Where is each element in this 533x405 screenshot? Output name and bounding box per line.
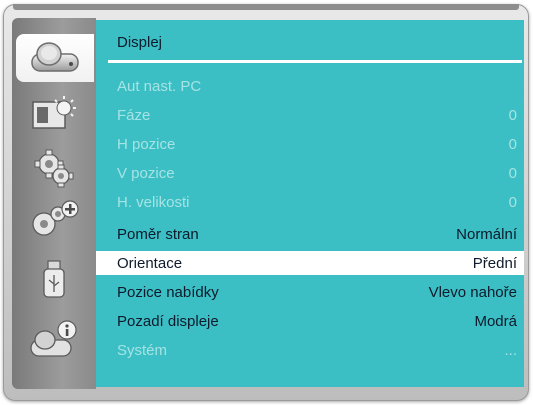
osd-menu-frame: Displej Aut nast. PC Fáze 0 H pozice 0 V pozi… [3,4,529,401]
menu-item-h-pozice: H pozice 0 [96,132,524,156]
menu-item-pozice-nab-dky[interactable]: Pozice nabídky Vlevo nahoře [96,280,524,304]
menu-item-label: Aut nast. PC [117,78,202,95]
header-divider [108,60,522,63]
menu-item-label: V pozice [117,165,175,182]
menu-item-value: ... [504,342,517,359]
frame-top-bar [13,4,519,10]
display-menu-panel: Displej Aut nast. PC Fáze 0 H pozice 0 V pozi… [96,20,524,387]
menu-item-label: Fáze [117,107,151,124]
menu-item-value: 0 [508,136,517,153]
info-icon[interactable] [22,316,86,364]
menu-sidebar [12,18,96,389]
usb-icon[interactable] [22,256,86,304]
menu-item-f-ze: Fáze 0 [96,103,524,127]
extended-settings-icon[interactable] [22,198,86,246]
menu-item-label: Pozadí displeje [117,313,219,330]
menu-item-label: Orientace [117,255,183,272]
menu-item-label: H pozice [117,136,176,153]
menu-item-label: Poměr stran [117,226,199,243]
menu-item-syst-m: Systém... [96,338,524,362]
menu-item-orientace[interactable]: Orientace Přední [96,251,524,275]
display-icon[interactable] [16,34,94,82]
menu-item-value: Modrá [474,313,517,330]
menu-item-h-velikosti: H. velikosti 0 [96,190,524,214]
menu-item-value: 0 [508,107,517,124]
menu-item-value: Přední [472,255,517,272]
menu-item-v-pozice: V pozice 0 [96,161,524,185]
menu-item-label: Systém [117,342,168,359]
menu-item-pom-r-stran[interactable]: Poměr stran Normální [96,222,524,246]
picture-brightness-icon[interactable] [22,90,86,138]
menu-item-value: 0 [508,194,517,211]
menu-item-value: Normální [456,226,517,243]
menu-item-value: Vlevo nahoře [428,284,517,301]
menu-item-pozad-displeje[interactable]: Pozadí displeje Modrá [96,309,524,333]
menu-item-label: H. velikosti [117,194,190,211]
panel-header: Displej [96,20,524,60]
menu-item-aut-nast-pc: Aut nast. PC [96,74,524,98]
menu-item-label: Pozice nabídky [117,284,219,301]
settings-gears-icon[interactable] [22,144,86,192]
page-title: Displej [117,34,163,51]
menu-item-value: 0 [508,165,517,182]
